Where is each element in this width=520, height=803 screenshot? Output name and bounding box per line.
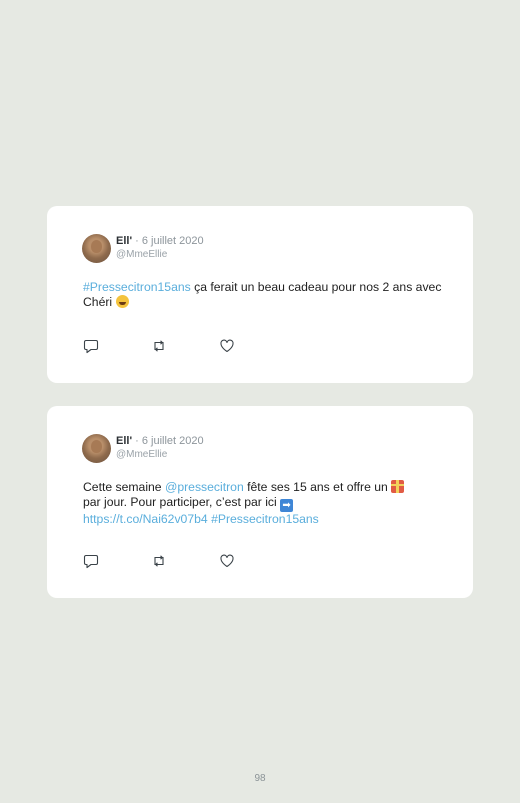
tweet-text: Cette semaine @pressecitron fête ses 15 … xyxy=(83,480,443,527)
tweet-card: Ell' · 6 juillet 2020 @MmeEllie #Pressec… xyxy=(47,206,473,383)
tweet-header: Ell' · 6 juillet 2020 @MmeEllie xyxy=(82,434,204,463)
tweet-header: Ell' · 6 juillet 2020 @MmeEllie xyxy=(82,234,204,263)
gift-emoji-icon xyxy=(391,480,405,493)
author-handle[interactable]: @MmeEllie xyxy=(116,248,204,261)
page-number: 98 xyxy=(254,773,266,784)
tweet-card: Ell' · 6 juillet 2020 @MmeEllie Cette se… xyxy=(47,406,473,598)
laughing-emoji-icon xyxy=(115,295,129,308)
arrow-right-emoji-icon: ➡ xyxy=(280,499,294,512)
tweet-text: #Pressecitron15ans ça ferait un beau cad… xyxy=(83,280,442,309)
reply-icon[interactable] xyxy=(83,338,99,354)
retweet-icon[interactable] xyxy=(151,338,167,354)
tweet-date[interactable]: · 6 juillet 2020 xyxy=(132,435,204,447)
avatar[interactable] xyxy=(82,434,111,463)
tweet-actions xyxy=(83,338,287,354)
like-icon[interactable] xyxy=(219,338,235,354)
author-name[interactable]: Ell' xyxy=(116,435,132,447)
retweet-icon[interactable] xyxy=(151,553,167,569)
avatar[interactable] xyxy=(82,234,111,263)
hashtag-link[interactable]: #Pressecitron15ans xyxy=(211,512,319,526)
url-link[interactable]: https://t.co/Nai62v07b4 xyxy=(83,512,208,526)
author-handle[interactable]: @MmeEllie xyxy=(116,448,204,461)
author-name[interactable]: Ell' xyxy=(116,235,132,247)
tweet-actions xyxy=(83,553,287,569)
mention-link[interactable]: @pressecitron xyxy=(165,480,244,494)
hashtag-link[interactable]: #Pressecitron15ans xyxy=(83,280,191,294)
reply-icon[interactable] xyxy=(83,553,99,569)
like-icon[interactable] xyxy=(219,553,235,569)
tweet-date[interactable]: · 6 juillet 2020 xyxy=(132,235,204,247)
